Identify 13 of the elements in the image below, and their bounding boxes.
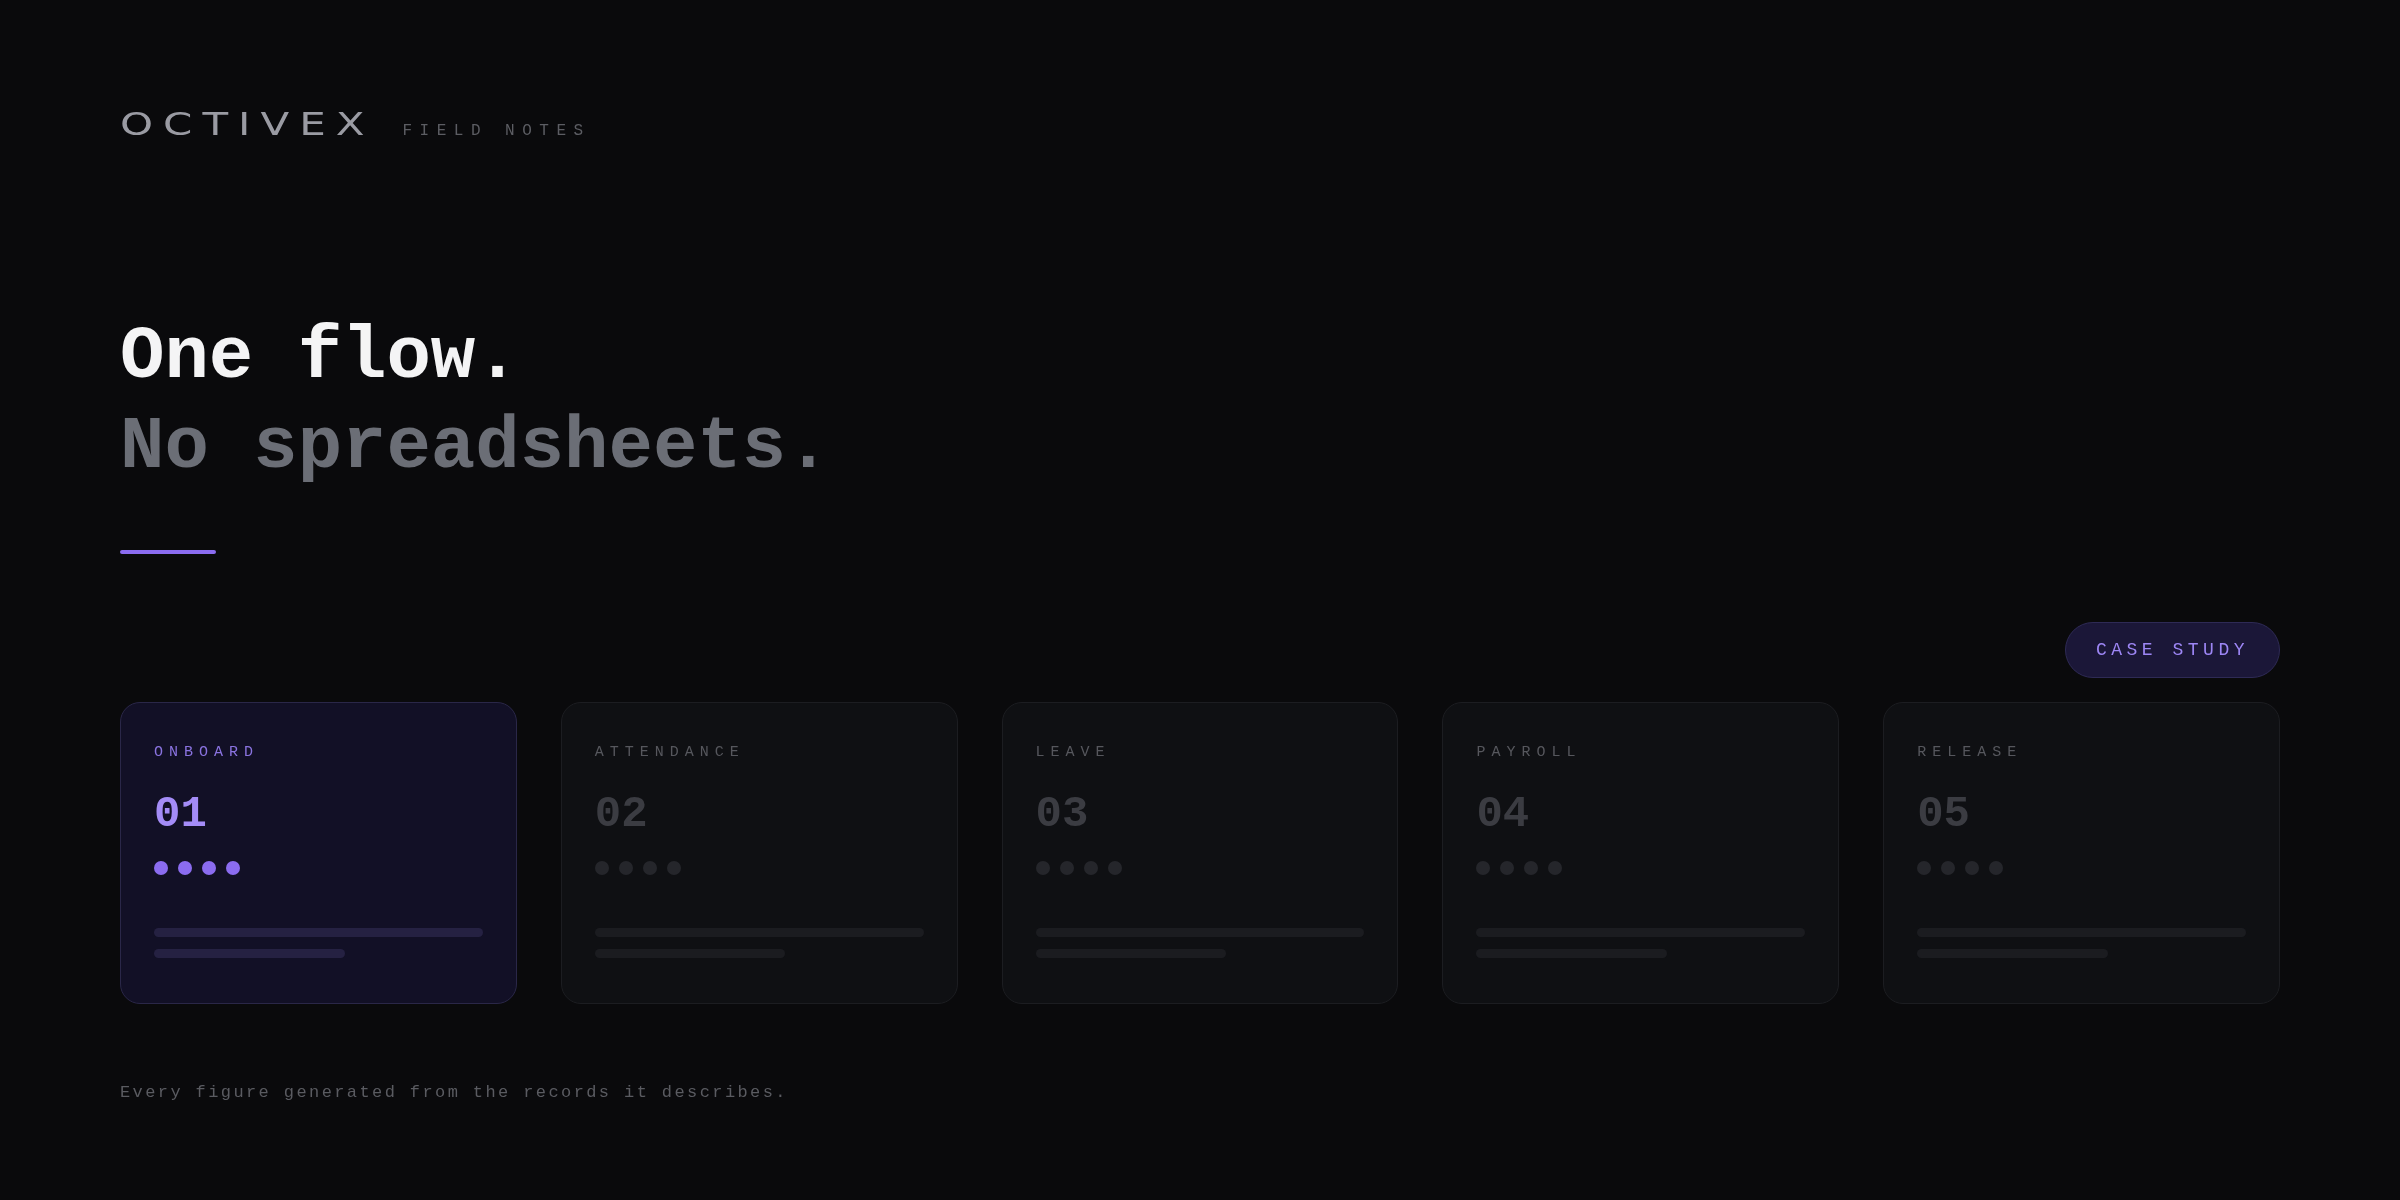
step-card[interactable]: ONBOARD 01 [120,702,517,1004]
headline: One flow. [120,314,521,401]
step-number: 01 [154,789,208,839]
case-study-badge[interactable]: CASE STUDY [2064,622,2280,678]
logo: OCTIVEX [120,108,375,140]
subheadline: No spreadsheets. [120,404,832,491]
tagline: FIELD NOTES [402,123,591,139]
step-label: ATTENDANCE [594,743,746,763]
footer-note: Every figure generated from the records it describes. [120,1082,789,1104]
step-label: RELEASE [1917,743,2024,763]
step-label: LEAVE [1035,743,1112,763]
step-label: ONBOARD [154,743,260,763]
step-label: PAYROLL [1476,743,1583,763]
